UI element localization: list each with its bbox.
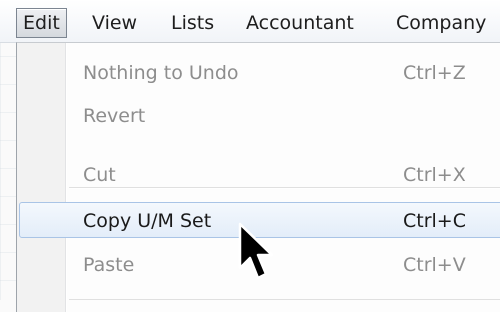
menu-item-shortcut: Ctrl+C bbox=[403, 210, 466, 232]
menubar-accountant[interactable]: Accountant bbox=[240, 8, 360, 38]
menubar-company[interactable]: Company bbox=[390, 8, 492, 38]
menu-item-shortcut: Ctrl+Z bbox=[403, 62, 466, 84]
menu-bar: Edit View Lists Accountant Company bbox=[0, 0, 500, 43]
menu-item-label: Revert bbox=[83, 105, 146, 127]
menu-item-label: Paste bbox=[83, 254, 135, 276]
menubar-lists[interactable]: Lists bbox=[165, 8, 220, 38]
menu-item-label: Nothing to Undo bbox=[83, 62, 239, 84]
menubar-edit[interactable]: Edit bbox=[16, 8, 67, 38]
menu-item-revert[interactable]: Revert bbox=[19, 98, 500, 134]
menu-item-cut[interactable]: Cut Ctrl+X bbox=[19, 157, 500, 193]
mouse-pointer-icon bbox=[238, 222, 274, 280]
menubar-view[interactable]: View bbox=[86, 8, 143, 38]
menu-item-shortcut: Ctrl+V bbox=[403, 254, 466, 276]
menu-item-label: Cut bbox=[83, 164, 116, 186]
menu-item-shortcut: Ctrl+X bbox=[403, 164, 466, 186]
menu-item-undo[interactable]: Nothing to Undo Ctrl+Z bbox=[19, 55, 500, 91]
menu-item-label: Copy U/M Set bbox=[83, 210, 212, 232]
